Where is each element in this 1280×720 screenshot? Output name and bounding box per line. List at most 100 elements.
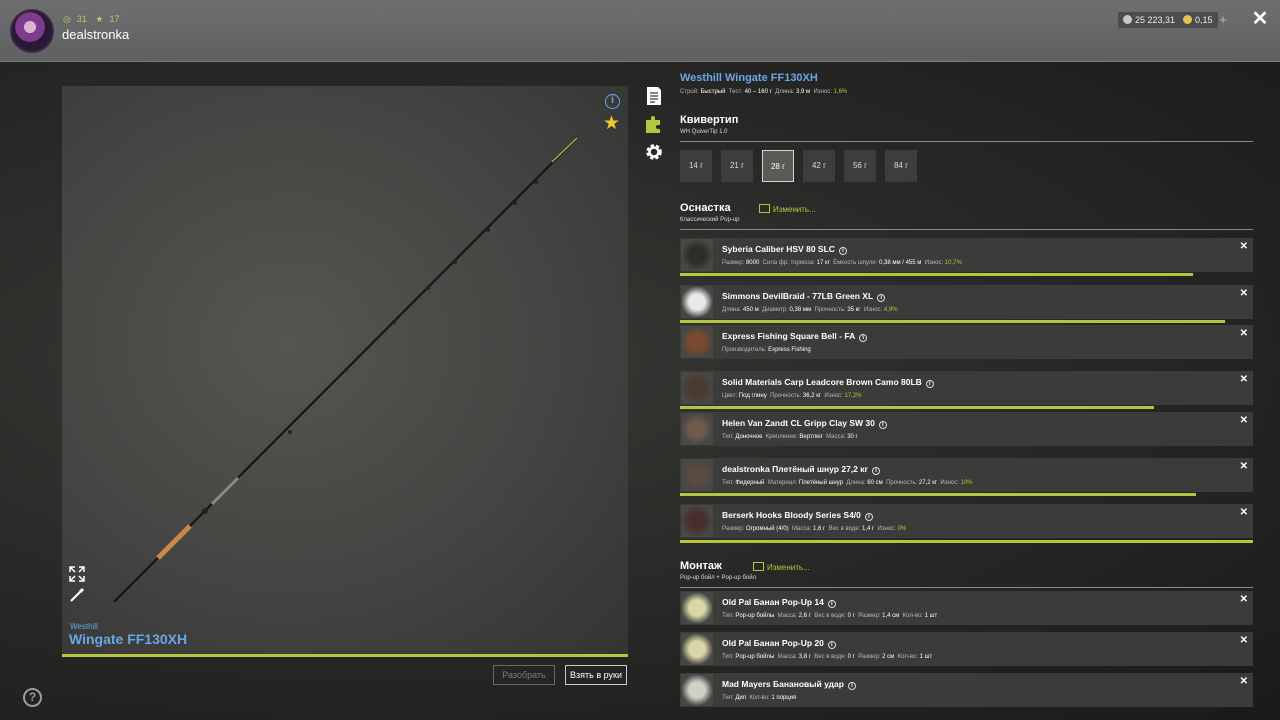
tackle-edit-link[interactable]: Изменить... <box>759 204 816 214</box>
quivertip-sub: WH QuiverTip 1.0 <box>680 129 728 135</box>
list-item[interactable]: Solid Materials Carp Leadcore Brown Camo… <box>680 371 1253 405</box>
info-icon[interactable]: i <box>859 334 868 342</box>
meta-label: Длина: <box>775 89 795 95</box>
meta-value: 0,38 мм / 455 м <box>878 260 922 266</box>
add-currency-button[interactable]: + <box>1216 12 1230 28</box>
remove-item-icon[interactable]: ✕ <box>1240 241 1248 252</box>
wear-value: 10,7% <box>944 260 962 266</box>
item-thumbnail <box>681 286 713 318</box>
list-item[interactable]: Syberia Caliber HSV 80 SLC i Размер: 8000 … <box>680 238 1253 272</box>
info-icon[interactable]: i <box>872 467 881 475</box>
meta-label: Износ: <box>940 480 959 486</box>
meta-value: 8000 <box>745 260 760 266</box>
list-item[interactable]: Old Pal Банан Pop-Up 20 i Тип: Pop-up бойл… <box>680 632 1253 666</box>
info-icon[interactable]: i <box>838 247 847 255</box>
meta-value: 1 порция <box>771 695 797 701</box>
quivertip-option[interactable]: 56 г <box>844 150 876 182</box>
info-icon[interactable]: i <box>605 94 620 109</box>
rig-sub: Pop-up бойл + Pop-up бойл <box>680 575 757 581</box>
remove-item-icon[interactable]: ✕ <box>1240 288 1248 299</box>
item-meta: Размер: Огромный (4/0) Масса: 1,6 г Вес … <box>722 526 906 532</box>
item-name-text: Berserk Hooks Bloody Series S4/0 <box>722 510 861 520</box>
meta-value: 1,6 г <box>813 526 826 532</box>
item-name-text: Simmons DevilBraid - 77LB Green XL <box>722 291 874 301</box>
item-thumbnail <box>681 413 713 445</box>
star-icon: ★ <box>95 14 104 24</box>
meta-label: Износ: <box>877 526 896 532</box>
list-item[interactable]: dealstronka Плетёный шнур 27,2 кг i Тип: Ф… <box>680 458 1253 492</box>
item-name-text: Old Pal Банан Pop-Up 20 <box>722 638 824 648</box>
meta-value: 1 шт <box>924 613 938 619</box>
quivertip-option-selected[interactable]: 28 г <box>762 150 794 182</box>
info-icon[interactable]: i <box>864 513 873 521</box>
list-item[interactable]: Old Pal Банан Pop-Up 14 i Тип: Pop-up бойл… <box>680 591 1253 625</box>
list-item[interactable]: Express Fishing Square Bell - FA i Произво… <box>680 325 1253 359</box>
meta-value: 60 см <box>867 480 883 486</box>
gold-coin-icon <box>1183 15 1192 24</box>
meta-value: 17 кг <box>816 260 830 266</box>
remove-item-icon[interactable]: ✕ <box>1240 415 1248 426</box>
list-item[interactable]: Mad Mayers Банановый удар i Тип: Дип Кол-в… <box>680 673 1253 707</box>
list-item[interactable]: Berserk Hooks Bloody Series S4/0 i Размер:… <box>680 504 1253 538</box>
item-thumbnail <box>681 674 713 706</box>
meta-value: 450 м <box>742 307 759 313</box>
rod-condition-bar <box>62 654 628 657</box>
rod-viewer[interactable] <box>62 86 628 656</box>
remove-item-icon[interactable]: ✕ <box>1240 328 1248 339</box>
list-item[interactable]: Simmons DevilBraid - 77LB Green XL i Длина… <box>680 285 1253 319</box>
quivertip-option[interactable]: 84 г <box>885 150 917 182</box>
meta-label: Производитель: <box>722 347 767 353</box>
level-icon: ◎ <box>63 14 71 24</box>
meta-value: 30 г <box>847 434 858 440</box>
favorite-star-icon[interactable]: ★ <box>603 112 620 135</box>
avatar[interactable] <box>10 9 54 53</box>
info-icon[interactable]: i <box>878 421 887 429</box>
paint-brush-icon[interactable] <box>69 587 85 603</box>
meta-label: Размер: <box>858 613 881 619</box>
info-icon[interactable]: i <box>877 294 886 302</box>
take-in-hands-button[interactable]: Взять в руки <box>565 665 627 685</box>
remove-item-icon[interactable]: ✕ <box>1240 374 1248 385</box>
remove-item-icon[interactable]: ✕ <box>1240 461 1248 472</box>
info-icon[interactable]: i <box>925 380 934 388</box>
list-item[interactable]: Helen Van Zandt CL Gripp Clay SW 30 i Тип:… <box>680 412 1253 446</box>
help-icon[interactable]: ? <box>23 688 42 707</box>
close-button[interactable]: ✕ <box>1250 8 1270 30</box>
meta-label: Тип: <box>722 480 734 486</box>
meta-label: Кол-во: <box>897 654 918 660</box>
remove-item-icon[interactable]: ✕ <box>1240 635 1248 646</box>
wear-value: 10% <box>960 480 973 486</box>
meta-label: Прочность: <box>770 393 802 399</box>
info-icon[interactable]: i <box>827 600 836 608</box>
item-name-text: Express Fishing Square Bell - FA <box>722 331 856 341</box>
disassemble-button[interactable]: Разобрать <box>493 665 555 685</box>
meta-value: Огромный (4/0) <box>745 526 789 532</box>
info-icon[interactable]: i <box>847 682 856 690</box>
tackle-title: Оснастка <box>680 202 731 214</box>
rig-edit-link[interactable]: Изменить... <box>753 562 810 572</box>
wear-bar <box>680 493 1196 496</box>
meta-value: 1 шт <box>919 654 933 660</box>
item-name: Syberia Caliber HSV 80 SLC i <box>722 244 847 255</box>
puzzle-tab-icon[interactable] <box>644 114 664 134</box>
silver-balance: 25 223,31 <box>1118 12 1181 28</box>
fullscreen-icon[interactable] <box>69 566 85 582</box>
meta-value: Фидерный <box>735 480 765 486</box>
description-tab-icon[interactable] <box>644 86 664 106</box>
meta-label: Вес в воде: <box>828 526 861 532</box>
quivertip-option[interactable]: 42 г <box>803 150 835 182</box>
settings-gear-icon[interactable] <box>644 142 664 162</box>
wear-bar <box>680 273 1193 276</box>
item-thumbnail <box>681 592 713 624</box>
item-name: Solid Materials Carp Leadcore Brown Camo… <box>722 377 934 388</box>
remove-item-icon[interactable]: ✕ <box>1240 676 1248 687</box>
meta-label: Масса: <box>777 654 798 660</box>
remove-item-icon[interactable]: ✕ <box>1240 594 1248 605</box>
edit-icon <box>759 204 770 213</box>
remove-item-icon[interactable]: ✕ <box>1240 507 1248 518</box>
rod-title: Westhill Wingate FF130XH <box>680 72 818 84</box>
meta-label: Длина: <box>846 480 866 486</box>
quivertip-option[interactable]: 14 г <box>680 150 712 182</box>
info-icon[interactable]: i <box>827 641 836 649</box>
quivertip-option[interactable]: 21 г <box>721 150 753 182</box>
